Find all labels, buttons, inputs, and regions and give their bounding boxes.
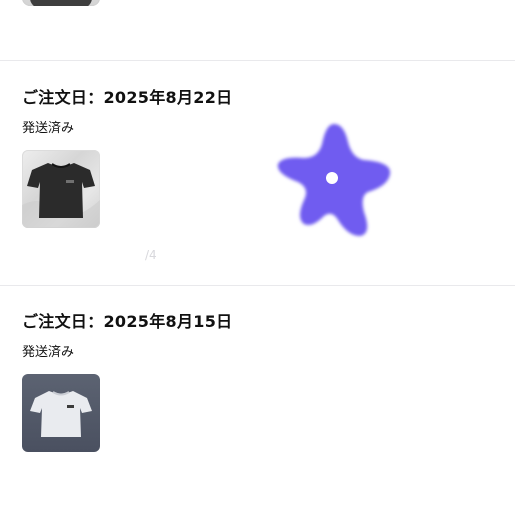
- product-thumbnail[interactable]: [22, 374, 100, 452]
- star-sticker-icon: [277, 124, 391, 236]
- order-status: 発送済み: [22, 121, 75, 136]
- faint-mark: /4: [145, 248, 157, 262]
- order-history-list: ご注文日：2025年8月22日 発送済み /4 ご注文日：2025年8月15日 …: [0, 0, 515, 515]
- order-status: 発送済み: [22, 345, 75, 360]
- white-tshirt-image: [30, 391, 92, 437]
- divider: [0, 60, 515, 61]
- divider: [0, 285, 515, 286]
- order-date: ご注文日：2025年8月22日: [22, 88, 233, 107]
- tshirt-image: [30, 0, 92, 6]
- order-date: ご注文日：2025年8月15日: [22, 312, 233, 331]
- black-tshirt-image: [22, 163, 100, 228]
- product-thumbnail[interactable]: [22, 150, 100, 228]
- product-thumbnail[interactable]: [22, 0, 100, 6]
